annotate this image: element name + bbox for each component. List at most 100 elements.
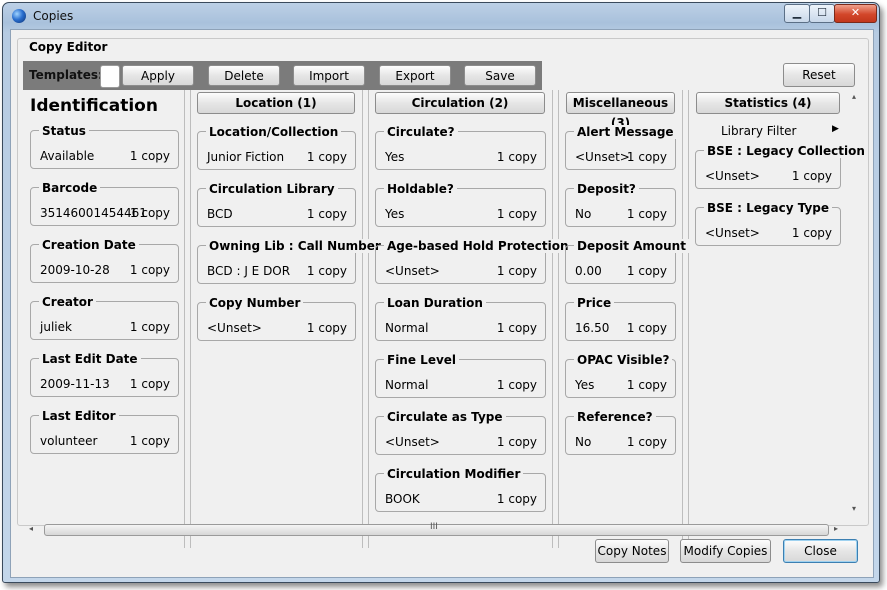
field-count: 1 copy <box>496 207 537 221</box>
field-label: BSE : Legacy Collection <box>704 144 868 158</box>
modify-copies-button[interactable]: Modify Copies <box>680 539 771 563</box>
column-divider <box>558 90 559 548</box>
app-icon <box>12 9 26 23</box>
alert-message-field[interactable]: Alert Message <Unset> 1 copy <box>565 125 677 170</box>
field-value: BCD <box>207 207 233 221</box>
opac-visible-field[interactable]: OPAC Visible? Yes 1 copy <box>565 353 676 398</box>
miscellaneous-section-button[interactable]: Miscellaneous (3) <box>566 92 675 130</box>
field-value: Junior Fiction <box>207 150 285 164</box>
templates-dropdown[interactable] <box>100 65 120 88</box>
deposit-field[interactable]: Deposit? No 1 copy <box>565 182 676 227</box>
legacy-collection-field[interactable]: BSE : Legacy Collection <Unset> 1 copy <box>695 144 868 189</box>
field-value: 2009-10-28 <box>40 263 110 277</box>
field-count: 1 copy <box>626 321 667 335</box>
scroll-up-icon[interactable]: ▴ <box>852 92 856 101</box>
deposit-amount-field[interactable]: Deposit Amount 0.00 1 copy <box>565 239 689 284</box>
legacy-type-field[interactable]: BSE : Legacy Type <Unset> 1 copy <box>695 201 841 246</box>
creator-field[interactable]: Creator juliek 1 copy <box>30 295 179 340</box>
statistics-section-button[interactable]: Statistics (4) <box>696 92 840 114</box>
save-button[interactable]: Save <box>464 65 536 86</box>
field-value: Normal <box>385 378 429 392</box>
circulation-section-button[interactable]: Circulation (2) <box>375 92 545 114</box>
field-value: <Unset> <box>575 150 630 164</box>
field-label: Circulation Library <box>206 182 338 196</box>
field-count: 1 copy <box>626 150 667 164</box>
apply-button[interactable]: Apply <box>122 65 194 86</box>
circulate-as-type-field[interactable]: Circulate as Type <Unset> 1 copy <box>375 410 546 455</box>
delete-button[interactable]: Delete <box>208 65 280 86</box>
field-label: Price <box>574 296 615 310</box>
field-label: Circulate as Type <box>384 410 506 424</box>
maximize-button[interactable]: ☐ <box>809 4 835 23</box>
field-value: 2009-11-13 <box>40 377 110 391</box>
last-editor-field[interactable]: Last Editor volunteer 1 copy <box>30 409 179 454</box>
templates-label: Templates: <box>29 68 103 82</box>
field-count: 1 copy <box>626 435 667 449</box>
barcode-field[interactable]: Barcode 35146001454461 1 copy <box>30 181 179 226</box>
column-divider <box>362 90 363 548</box>
column-divider <box>688 90 689 548</box>
scroll-left-icon[interactable]: ◂ <box>29 524 33 533</box>
field-count: 1 copy <box>306 321 347 335</box>
copy-notes-button[interactable]: Copy Notes <box>595 539 669 563</box>
field-label: Location/Collection <box>206 125 342 139</box>
loan-duration-field[interactable]: Loan Duration Normal 1 copy <box>375 296 546 341</box>
field-count: 1 copy <box>496 435 537 449</box>
title-bar[interactable]: Copies ▁ ☐ ✕ <box>3 3 879 29</box>
owning-lib-call-number-field[interactable]: Owning Lib : Call Number BCD : J E DOR 1… <box>197 239 384 284</box>
export-button[interactable]: Export <box>379 65 451 86</box>
holdable-field[interactable]: Holdable? Yes 1 copy <box>375 182 546 227</box>
import-button[interactable]: Import <box>293 65 365 86</box>
circulation-modifier-field[interactable]: Circulation Modifier BOOK 1 copy <box>375 467 546 512</box>
last-edit-date-field[interactable]: Last Edit Date 2009-11-13 1 copy <box>30 352 179 397</box>
vertical-scrollbar[interactable]: ▴ ▾ <box>849 92 863 520</box>
horizontal-scrollbar[interactable]: ◂ III ▸ <box>29 521 844 537</box>
field-label: OPAC Visible? <box>574 353 673 367</box>
field-count: 1 copy <box>626 207 667 221</box>
field-count: 1 copy <box>129 149 170 163</box>
field-count: 1 copy <box>129 320 170 334</box>
field-count: 1 copy <box>129 206 170 220</box>
field-label: Creation Date <box>39 238 139 252</box>
circulate-field[interactable]: Circulate? Yes 1 copy <box>375 125 546 170</box>
field-label: Status <box>39 124 89 138</box>
field-value: BOOK <box>385 492 420 506</box>
field-value: <Unset> <box>705 226 760 240</box>
reference-field[interactable]: Reference? No 1 copy <box>565 410 676 455</box>
field-value: Normal <box>385 321 429 335</box>
scroll-down-icon[interactable]: ▾ <box>852 504 856 513</box>
field-count: 1 copy <box>496 378 537 392</box>
field-label: Barcode <box>39 181 101 195</box>
field-label: Last Editor <box>39 409 119 423</box>
location-section-button[interactable]: Location (1) <box>197 92 355 114</box>
fine-level-field[interactable]: Fine Level Normal 1 copy <box>375 353 546 398</box>
field-label: BSE : Legacy Type <box>704 201 833 215</box>
minimize-button[interactable]: ▁ <box>784 4 810 23</box>
field-value: <Unset> <box>705 169 760 183</box>
close-window-button[interactable]: ✕ <box>834 4 877 23</box>
field-count: 1 copy <box>306 150 347 164</box>
window-client-area: Copy Editor Templates: ▼ Apply Delete Im… <box>10 29 874 578</box>
chevron-right-icon[interactable]: ▶ <box>832 124 839 134</box>
location-collection-field[interactable]: Location/Collection Junior Fiction 1 cop… <box>197 125 356 170</box>
field-value: Yes <box>385 150 405 164</box>
field-label: Alert Message <box>574 125 677 139</box>
price-field[interactable]: Price 16.50 1 copy <box>565 296 676 341</box>
column-divider <box>184 90 185 548</box>
creation-date-field[interactable]: Creation Date 2009-10-28 1 copy <box>30 238 179 283</box>
field-value: No <box>575 435 592 449</box>
field-value: volunteer <box>40 434 98 448</box>
field-label: Last Edit Date <box>39 352 141 366</box>
scrollbar-thumb[interactable]: III <box>44 522 829 536</box>
field-label: Holdable? <box>384 182 457 196</box>
field-value: 0.00 <box>575 264 602 278</box>
circulation-library-field[interactable]: Circulation Library BCD 1 copy <box>197 182 356 227</box>
status-field[interactable]: Status Available 1 copy <box>30 124 179 169</box>
scroll-right-icon[interactable]: ▸ <box>834 524 838 533</box>
reset-button[interactable]: Reset <box>783 63 855 87</box>
copy-number-field[interactable]: Copy Number <Unset> 1 copy <box>197 296 356 341</box>
field-label: Fine Level <box>384 353 460 367</box>
close-button[interactable]: Close <box>783 539 858 563</box>
library-filter-menu[interactable]: Library Filter <box>721 124 797 138</box>
age-hold-protection-field[interactable]: Age-based Hold Protection <Unset> 1 copy <box>375 239 572 284</box>
